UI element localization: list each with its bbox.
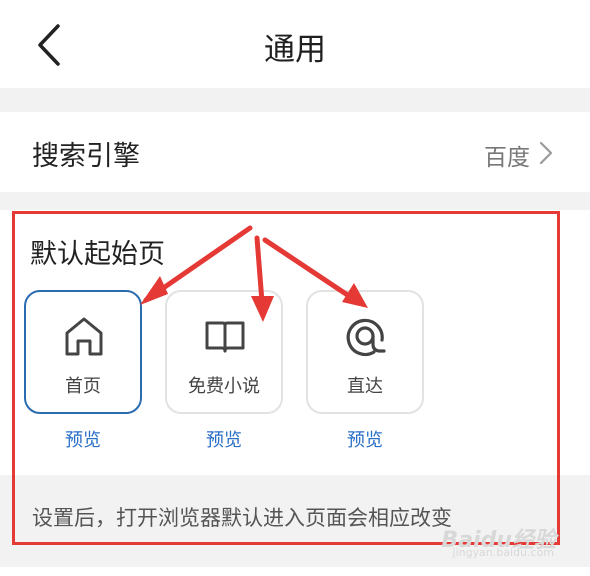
search-engine-value: 百度 <box>484 145 530 171</box>
preview-link[interactable]: 预览 <box>306 426 424 452</box>
page-title: 通用 <box>264 32 326 68</box>
search-engine-row[interactable]: 搜索引擎 百度 <box>0 112 590 192</box>
option-card-free-novel[interactable]: 免费小说 <box>165 290 283 414</box>
note-text: 设置后，打开浏览器默认进入页面会相应改变 <box>32 506 452 530</box>
option-label: 首页 <box>65 376 101 397</box>
navigation-bar: 通用 <box>0 0 590 88</box>
section-divider <box>0 88 590 112</box>
option-label: 免费小说 <box>188 376 260 397</box>
watermark-url: jingyan.baidu.com <box>452 546 554 559</box>
section-divider <box>0 192 590 210</box>
option-label: 直达 <box>347 376 383 397</box>
preview-link[interactable]: 预览 <box>24 426 142 452</box>
home-icon <box>65 317 103 356</box>
search-engine-label: 搜索引擎 <box>32 141 140 172</box>
book-icon <box>205 321 245 353</box>
direct-icon <box>346 318 386 357</box>
option-card-direct[interactable]: 直达 <box>306 290 424 414</box>
option-card-home[interactable]: 首页 <box>24 290 142 414</box>
preview-link[interactable]: 预览 <box>165 426 283 452</box>
section-title: 默认起始页 <box>30 239 165 270</box>
chevron-right-icon <box>539 141 553 165</box>
